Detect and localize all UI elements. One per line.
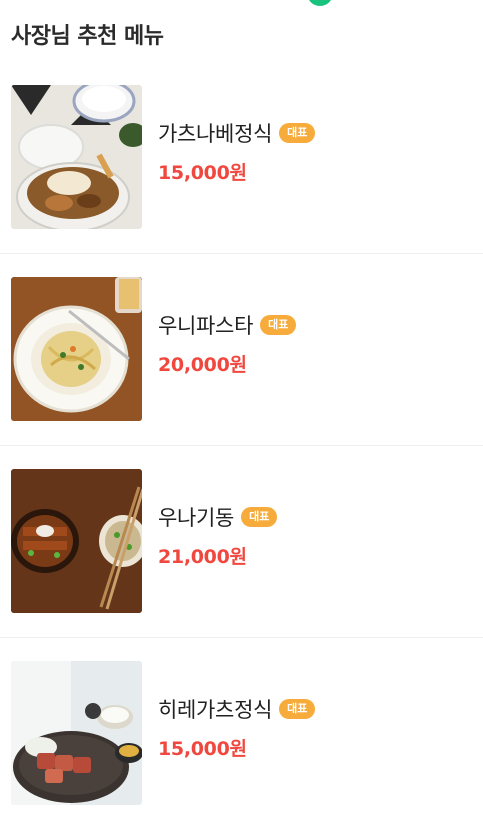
- recommended-menu-list: 가츠나베정식 대표 15,000원 우니파스타 대표 20,000원 우나기동 …: [0, 62, 483, 830]
- signature-badge: 대표: [260, 315, 297, 335]
- menu-item-photo: [11, 469, 142, 613]
- menu-item-photo: [11, 85, 142, 229]
- menu-item-name: 우나기동: [158, 506, 235, 530]
- menu-item-name: 우니파스타: [158, 314, 254, 338]
- menu-item-price: 15,000원: [158, 162, 247, 184]
- menu-item[interactable]: 우나기동 대표 21,000원: [0, 446, 483, 638]
- section-title: 사장님 추천 메뉴: [11, 24, 164, 49]
- signature-badge: 대표: [241, 507, 278, 527]
- menu-item-photo: [11, 277, 142, 421]
- menu-item-price: 21,000원: [158, 546, 247, 568]
- menu-item[interactable]: 가츠나베정식 대표 15,000원: [0, 62, 483, 254]
- signature-badge: 대표: [279, 699, 316, 719]
- signature-badge: 대표: [279, 123, 316, 143]
- menu-item-price: 20,000원: [158, 354, 247, 376]
- menu-item-name: 가츠나베정식: [158, 122, 273, 146]
- menu-item[interactable]: 우니파스타 대표 20,000원: [0, 254, 483, 446]
- menu-item-price: 15,000원: [158, 738, 247, 760]
- menu-item-name: 히레가츠정식: [158, 698, 273, 722]
- menu-item-photo: [11, 661, 142, 805]
- menu-item[interactable]: 히레가츠정식 대표 15,000원: [0, 638, 483, 830]
- status-indicator-dot: [307, 0, 333, 6]
